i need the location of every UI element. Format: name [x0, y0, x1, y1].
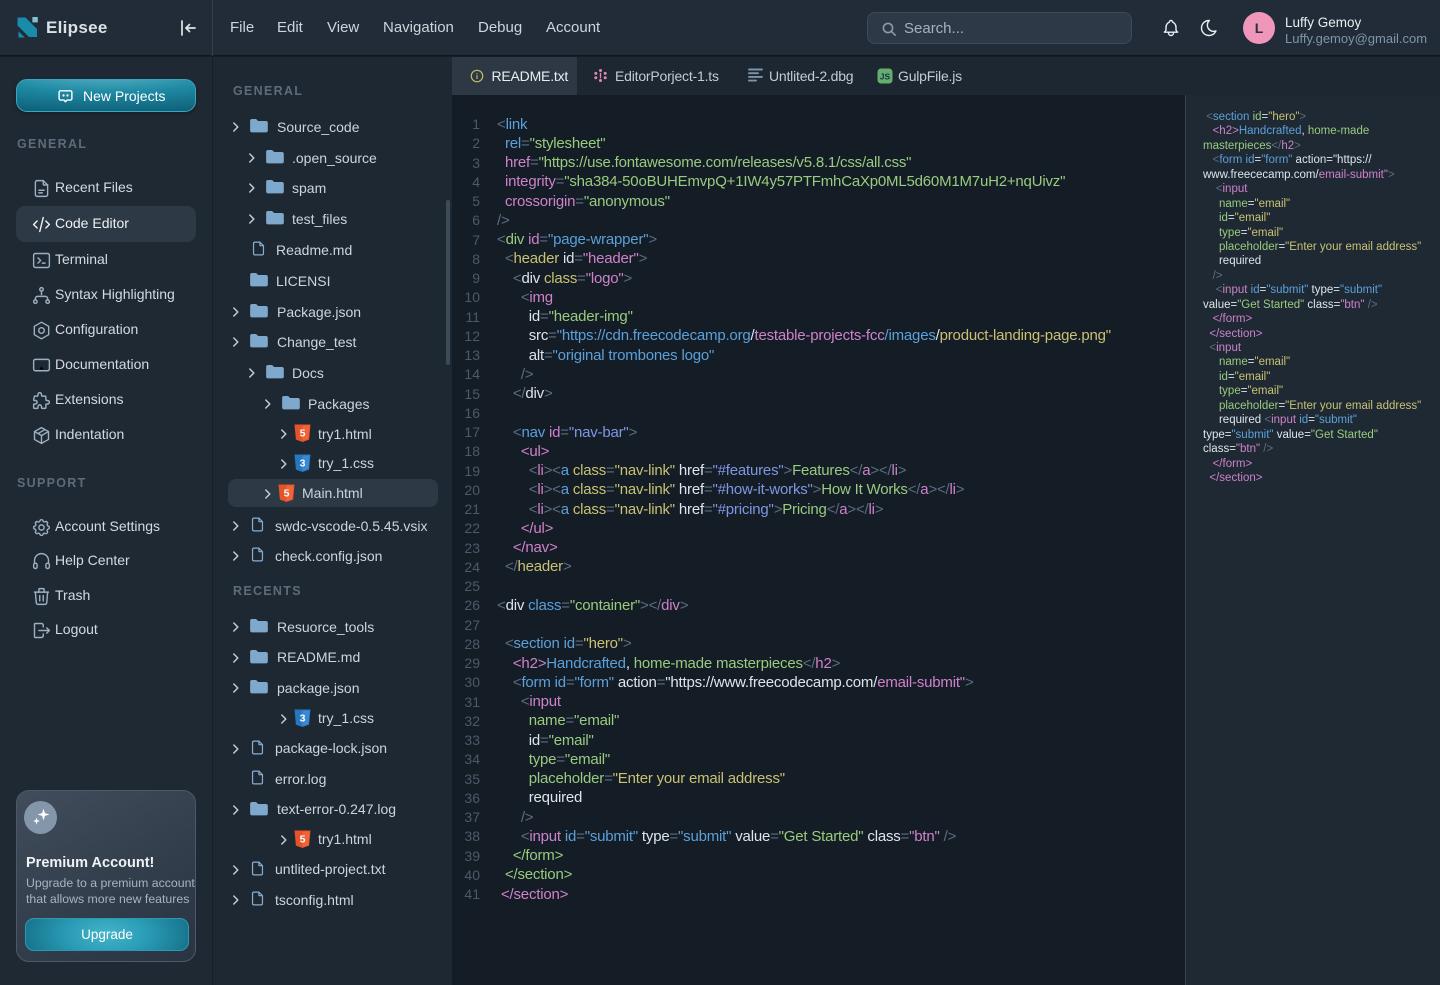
svg-text:5: 5: [300, 833, 306, 845]
svg-text:5: 5: [300, 428, 306, 440]
svg-text:JS: JS: [880, 72, 891, 82]
svg-text:3: 3: [300, 457, 306, 469]
svg-text:3: 3: [300, 712, 306, 724]
svg-text:5: 5: [284, 487, 290, 499]
